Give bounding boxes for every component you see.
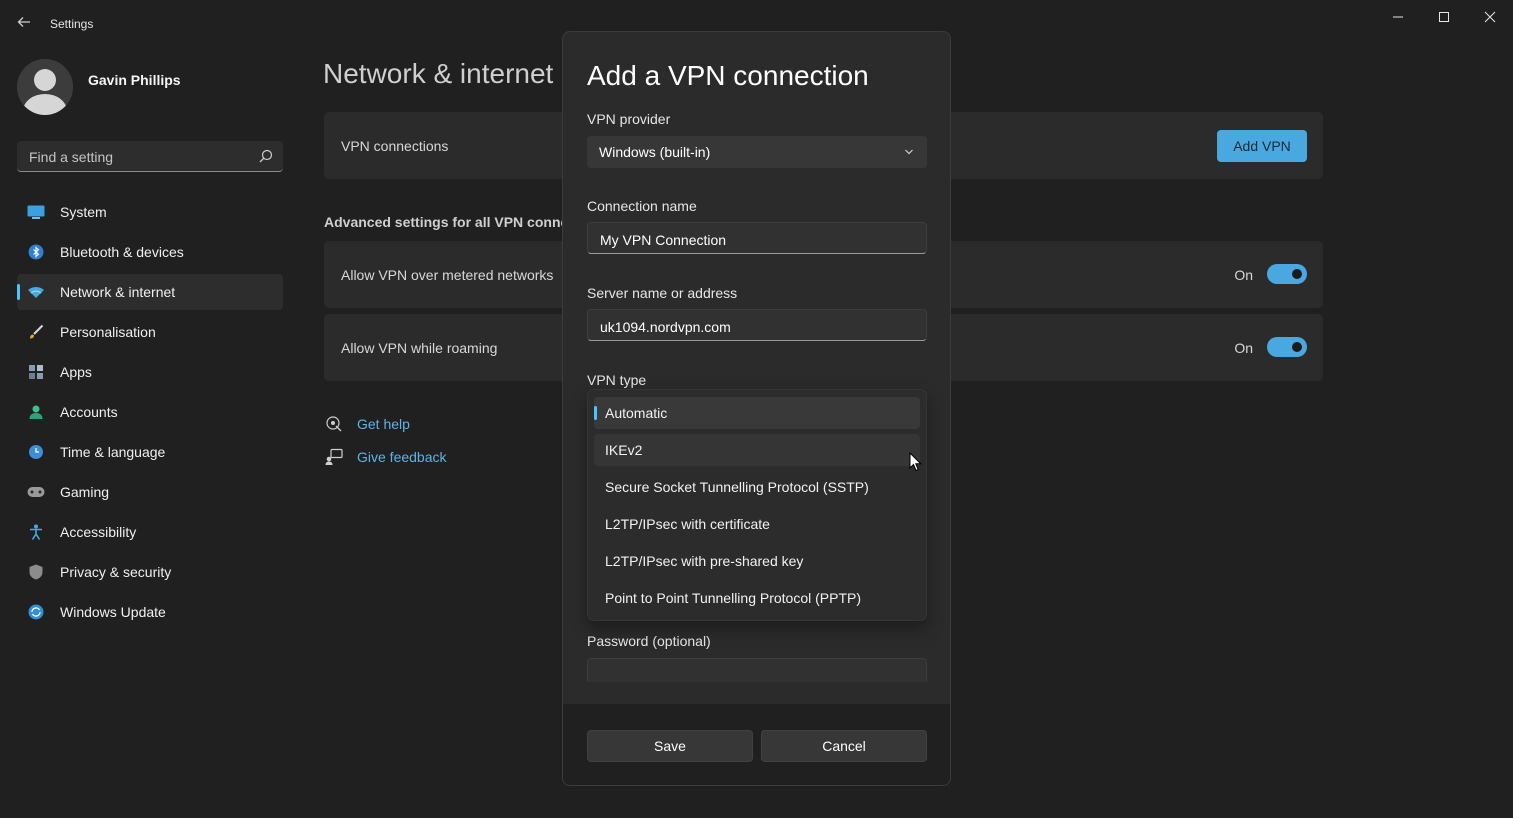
sidebar-item-label: Apps (60, 364, 92, 380)
sidebar-nav: System Bluetooth & devices Network & int… (17, 194, 283, 634)
apps-icon (27, 363, 45, 381)
advanced-settings-title: Advanced settings for all VPN connec (324, 214, 576, 230)
setting-label: Allow VPN over metered networks (341, 267, 553, 283)
sidebar-item-label: Personalisation (60, 324, 156, 340)
brush-icon (27, 323, 45, 341)
server-label: Server name or address (587, 285, 737, 301)
back-arrow-icon[interactable] (14, 14, 34, 34)
sidebar-item-label: Windows Update (60, 604, 166, 620)
close-icon (1484, 11, 1496, 23)
setting-label: Allow VPN while roaming (341, 340, 497, 356)
system-icon (27, 203, 45, 221)
password-label: Password (optional) (587, 633, 711, 649)
sidebar-item-accessibility[interactable]: Accessibility (17, 514, 283, 550)
add-vpn-dialog: Add a VPN connection VPN provider Window… (562, 31, 951, 786)
vpn-type-label: VPN type (587, 372, 646, 388)
get-help-label[interactable]: Get help (357, 416, 410, 432)
vpn-type-option[interactable]: L2TP/IPsec with certificate (594, 508, 920, 540)
globe-clock-icon (27, 443, 45, 461)
vpn-provider-label: VPN provider (587, 111, 670, 127)
sidebar-item-label: System (60, 204, 107, 220)
maximize-icon (1438, 11, 1450, 23)
toggle-state-label: On (1234, 340, 1253, 356)
mouse-cursor-icon (909, 452, 922, 472)
add-vpn-button[interactable]: Add VPN (1217, 130, 1307, 162)
connection-name-label: Connection name (587, 198, 697, 214)
vpn-provider-value: Windows (built-in) (599, 144, 710, 160)
sidebar-item-apps[interactable]: Apps (17, 354, 283, 390)
chevron-down-icon (904, 147, 914, 157)
app-title: Settings (50, 17, 93, 31)
sidebar-item-label: Bluetooth & devices (60, 244, 184, 260)
give-feedback-label[interactable]: Give feedback (357, 449, 447, 465)
vpn-type-option[interactable]: Secure Socket Tunnelling Protocol (SSTP) (594, 471, 920, 503)
give-feedback-link[interactable]: Give feedback (324, 447, 447, 467)
search-box[interactable] (17, 141, 283, 172)
server-input[interactable] (598, 316, 912, 338)
toggle-state-label: On (1234, 267, 1253, 283)
gamepad-icon (27, 483, 45, 501)
sidebar-item-privacy-security[interactable]: Privacy & security (17, 554, 283, 590)
feedback-icon (324, 447, 344, 467)
bluetooth-icon (27, 243, 45, 261)
minimize-icon (1392, 11, 1404, 23)
search-input[interactable] (27, 146, 251, 168)
vpn-connections-label: VPN connections (341, 138, 448, 154)
password-field[interactable] (587, 658, 927, 682)
vpn-type-option[interactable]: L2TP/IPsec with pre-shared key (594, 545, 920, 577)
minimize-button[interactable] (1375, 4, 1421, 30)
close-button[interactable] (1467, 4, 1513, 30)
accounts-icon (27, 403, 45, 421)
sidebar-item-bluetooth[interactable]: Bluetooth & devices (17, 234, 283, 270)
roaming-toggle[interactable] (1267, 337, 1307, 357)
maximize-button[interactable] (1421, 4, 1467, 30)
sidebar-item-time-language[interactable]: Time & language (17, 434, 283, 470)
metered-toggle[interactable] (1267, 264, 1307, 284)
get-help-link[interactable]: Get help (324, 414, 410, 434)
dialog-footer: Save Cancel (563, 704, 951, 786)
page-title: Network & internet (323, 58, 553, 90)
avatar[interactable] (17, 59, 73, 115)
connection-name-input[interactable] (598, 229, 912, 251)
vpn-type-dropdown: Automatic IKEv2 Secure Socket Tunnelling… (587, 389, 927, 621)
sidebar-item-label: Time & language (60, 444, 165, 460)
user-name: Gavin Phillips (88, 72, 181, 88)
sidebar-item-network[interactable]: Network & internet (17, 274, 283, 310)
save-button[interactable]: Save (587, 730, 753, 762)
sidebar-item-personalisation[interactable]: Personalisation (17, 314, 283, 350)
sidebar-item-gaming[interactable]: Gaming (17, 474, 283, 510)
cancel-button[interactable]: Cancel (761, 730, 927, 762)
sidebar-item-system[interactable]: System (17, 194, 283, 230)
dialog-title: Add a VPN connection (587, 60, 869, 92)
sidebar-item-label: Network & internet (60, 284, 175, 300)
password-input[interactable] (598, 665, 912, 687)
shield-icon (27, 563, 45, 581)
toggle-knob (1292, 269, 1302, 279)
sidebar-item-label: Accessibility (60, 524, 136, 540)
search-icon[interactable] (259, 149, 273, 163)
sidebar-item-windows-update[interactable]: Windows Update (17, 594, 283, 630)
wifi-icon (27, 283, 45, 301)
vpn-provider-select[interactable]: Windows (built-in) (587, 136, 927, 168)
vpn-type-option[interactable]: Automatic (594, 397, 920, 429)
vpn-type-option[interactable]: IKEv2 (594, 434, 920, 466)
connection-name-field[interactable] (587, 222, 927, 254)
sidebar-item-label: Accounts (60, 404, 118, 420)
toggle-knob (1292, 342, 1302, 352)
help-icon (324, 414, 344, 434)
update-icon (27, 603, 45, 621)
sidebar-item-label: Privacy & security (60, 564, 171, 580)
accessibility-icon (27, 523, 45, 541)
vpn-type-option[interactable]: Point to Point Tunnelling Protocol (PPTP… (594, 582, 920, 614)
sidebar-item-accounts[interactable]: Accounts (17, 394, 283, 430)
sidebar-item-label: Gaming (60, 484, 109, 500)
server-field[interactable] (587, 309, 927, 341)
